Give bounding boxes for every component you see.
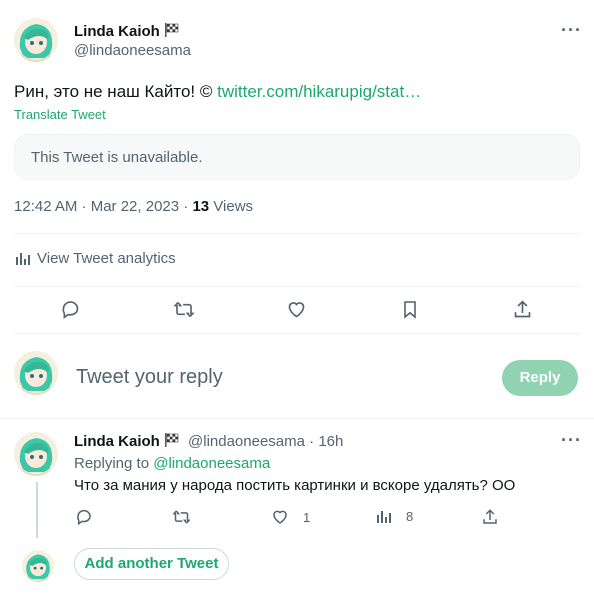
views-count: 13 — [192, 198, 210, 215]
reply-time[interactable]: · 16h — [305, 433, 343, 450]
reply-retweet-icon[interactable] — [172, 508, 191, 526]
bookmark-icon[interactable] — [400, 299, 420, 320]
analytics-icon — [14, 250, 31, 267]
reply-icon[interactable] — [60, 299, 81, 320]
checkered-flag-icon — [164, 432, 180, 452]
divider — [14, 333, 580, 334]
reply-author-name[interactable]: Linda Kaioh — [74, 433, 160, 450]
compose-avatar[interactable] — [14, 351, 58, 395]
reply-views-count: 8 — [406, 509, 414, 524]
reply-input[interactable]: Tweet your reply — [76, 366, 223, 389]
reply-like-icon — [271, 508, 289, 526]
reply-reply-icon[interactable] — [75, 508, 93, 526]
reply-more-options-icon[interactable]: ··· — [561, 430, 582, 451]
add-another-tweet-button[interactable]: Add another Tweet — [74, 548, 229, 580]
unavailable-text: This Tweet is unavailable. — [31, 149, 203, 166]
reply-tweet-text: Что за мания у народа постить картинки и… — [74, 477, 516, 494]
reply-views-icon — [375, 508, 392, 525]
reply-views-button[interactable]: 8 — [375, 508, 413, 525]
more-options-icon[interactable]: ··· — [561, 20, 582, 41]
reply-button[interactable]: Reply — [502, 360, 578, 396]
replying-to-handle[interactable]: @lindaoneesama — [153, 455, 270, 472]
author-handle[interactable]: @lindaoneesama — [74, 42, 191, 59]
add-another-avatar — [22, 550, 54, 582]
reply-author-handle[interactable]: @lindaoneesama — [188, 433, 305, 450]
author-avatar[interactable] — [14, 18, 58, 62]
divider — [14, 286, 580, 287]
tweet-timestamp-row: 12:42 AM · Mar 22, 2023 · 13 Views — [14, 198, 253, 215]
retweet-icon[interactable] — [173, 299, 195, 320]
share-icon[interactable] — [512, 299, 533, 320]
reply-author-avatar[interactable] — [14, 432, 58, 476]
divider — [14, 233, 580, 234]
divider — [0, 418, 594, 419]
tweet-link[interactable]: twitter.com/hikarupig/stat… — [217, 82, 421, 101]
reply-share-icon[interactable] — [481, 508, 499, 526]
like-icon[interactable] — [286, 299, 307, 320]
tweet-time[interactable]: 12:42 AM · Mar 22, 2023 · — [14, 198, 192, 215]
views-label: Views — [209, 198, 254, 215]
checkered-flag-icon — [164, 22, 180, 43]
replying-to-prefix: Replying to — [74, 455, 154, 472]
reply-like-count: 1 — [303, 509, 311, 525]
reply-like-button[interactable]: 1 — [271, 508, 310, 526]
translate-tweet-link[interactable]: Translate Tweet — [14, 107, 106, 122]
tweet-body: Рин, это не наш Кайто! © — [14, 82, 218, 101]
thread-line — [36, 482, 38, 538]
replying-to: Replying to @lindaoneesama — [74, 455, 270, 472]
author-name[interactable]: Linda Kaioh — [74, 23, 160, 40]
view-analytics-link[interactable]: View Tweet analytics — [14, 250, 176, 267]
view-analytics-label: View Tweet analytics — [37, 250, 176, 267]
quoted-tweet-unavailable: This Tweet is unavailable. — [14, 134, 580, 180]
tweet-text: Рин, это не наш Кайто! © twitter.com/hik… — [14, 82, 421, 102]
